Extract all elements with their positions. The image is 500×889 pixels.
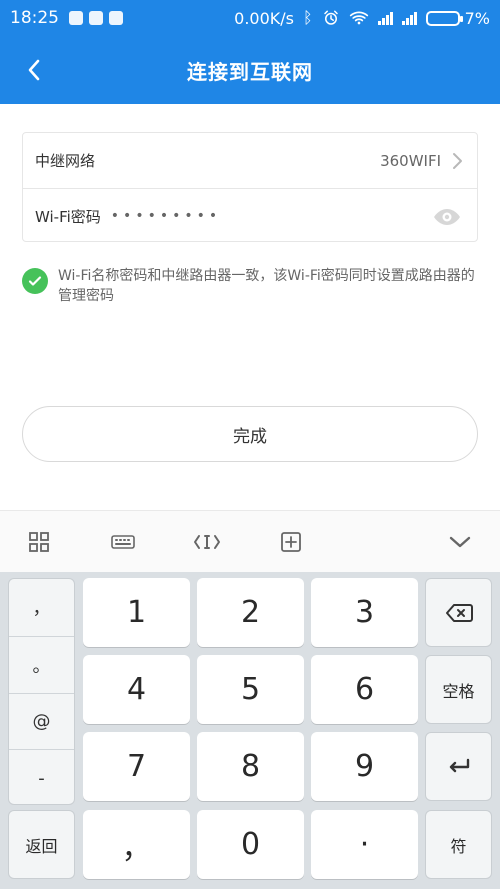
key-comma[interactable]: ， bbox=[83, 810, 190, 879]
page-title: 连接到互联网 bbox=[187, 59, 313, 84]
done-button[interactable]: 完成 bbox=[22, 406, 478, 462]
add-box-icon[interactable] bbox=[261, 511, 321, 573]
key-9[interactable]: 9 bbox=[311, 732, 418, 801]
enter-key[interactable] bbox=[425, 732, 492, 801]
numeric-keyboard: ， 。 @ - 1 2 3 4 5 6 7 8 9 返回 ， 0 · 空格 符 bbox=[0, 572, 500, 889]
back-button[interactable] bbox=[18, 54, 50, 86]
app-bar: 连接到互联网 bbox=[0, 36, 500, 104]
cursor-move-icon[interactable] bbox=[177, 511, 237, 573]
sync-notice-text: Wi-Fi名称密码和中继路由器一致，该Wi-Fi密码同时设置成路由器的管理密码 bbox=[58, 268, 475, 304]
key-0[interactable]: 0 bbox=[197, 810, 304, 879]
status-right: 0.00K/s ᛒ 7% bbox=[234, 9, 490, 28]
notification-android-icon bbox=[109, 11, 123, 25]
chevron-left-icon bbox=[28, 59, 40, 81]
keyboard-layout-icon[interactable] bbox=[93, 511, 153, 573]
relay-network-value: 360WIFI bbox=[380, 151, 441, 170]
key-3[interactable]: 3 bbox=[311, 578, 418, 647]
keyboard-toolbar bbox=[0, 510, 500, 572]
key-dot[interactable]: · bbox=[311, 810, 418, 879]
wifi-password-label: Wi-Fi密码 bbox=[35, 207, 101, 226]
signal-1-icon bbox=[377, 11, 393, 25]
key-7[interactable]: 7 bbox=[83, 732, 190, 801]
chevron-right-icon bbox=[451, 152, 465, 169]
relay-network-row[interactable]: 中继网络 360WIFI bbox=[23, 133, 477, 188]
status-notification-icons bbox=[69, 11, 123, 25]
key-1[interactable]: 1 bbox=[83, 578, 190, 647]
backspace-key[interactable] bbox=[425, 578, 492, 647]
key-8[interactable]: 8 bbox=[197, 732, 304, 801]
screen: 18:25 0.00K/s ᛒ 7% 连接到互联网 中继网络 360WIFI W… bbox=[0, 0, 500, 889]
key-period-cn[interactable]: 。 bbox=[9, 635, 74, 693]
wifi-icon bbox=[349, 11, 368, 25]
space-key[interactable]: 空格 bbox=[425, 655, 492, 724]
key-dash[interactable]: - bbox=[9, 749, 74, 804]
key-4[interactable]: 4 bbox=[83, 655, 190, 724]
network-speed: 0.00K/s bbox=[234, 8, 294, 28]
symbol-key[interactable]: 符 bbox=[425, 810, 492, 879]
collapse-keyboard-icon[interactable] bbox=[430, 511, 490, 573]
wifi-password-input[interactable]: ••••••••• bbox=[111, 208, 221, 224]
sync-notice: Wi-Fi名称密码和中继路由器一致，该Wi-Fi密码同时设置成路由器的管理密码 bbox=[22, 266, 478, 306]
backspace-icon bbox=[445, 603, 473, 622]
key-6[interactable]: 6 bbox=[311, 655, 418, 724]
status-time: 18:25 bbox=[10, 8, 59, 28]
key-at[interactable]: @ bbox=[9, 692, 74, 750]
bluetooth-icon: ᛒ bbox=[303, 8, 313, 27]
relay-network-label: 中继网络 bbox=[35, 152, 96, 170]
wifi-password-row[interactable]: Wi-Fi密码 ••••••••• bbox=[23, 188, 477, 243]
notification-app-icon bbox=[69, 11, 83, 25]
status-bar: 18:25 0.00K/s ᛒ 7% bbox=[0, 0, 500, 36]
keyboard-grid-icon[interactable] bbox=[9, 511, 69, 573]
enter-icon bbox=[449, 758, 469, 772]
battery-icon bbox=[425, 10, 463, 26]
eye-icon[interactable] bbox=[433, 205, 461, 229]
checkmark-icon[interactable] bbox=[22, 268, 48, 294]
notification-cloud-icon bbox=[89, 11, 103, 25]
alarm-icon bbox=[323, 10, 338, 25]
key-2[interactable]: 2 bbox=[197, 578, 304, 647]
connection-form: 中继网络 360WIFI Wi-Fi密码 ••••••••• bbox=[22, 132, 478, 242]
top-bar: 18:25 0.00K/s ᛒ 7% 连接到互联网 bbox=[0, 0, 500, 104]
battery: 7% bbox=[425, 8, 490, 28]
signal-2-icon bbox=[401, 11, 417, 25]
key-5[interactable]: 5 bbox=[197, 655, 304, 724]
back-key[interactable]: 返回 bbox=[8, 810, 75, 879]
key-comma-cn[interactable]: ， bbox=[9, 579, 74, 636]
keyboard-left-column: ， 。 @ - bbox=[8, 578, 75, 805]
battery-percent: 7% bbox=[464, 8, 490, 28]
